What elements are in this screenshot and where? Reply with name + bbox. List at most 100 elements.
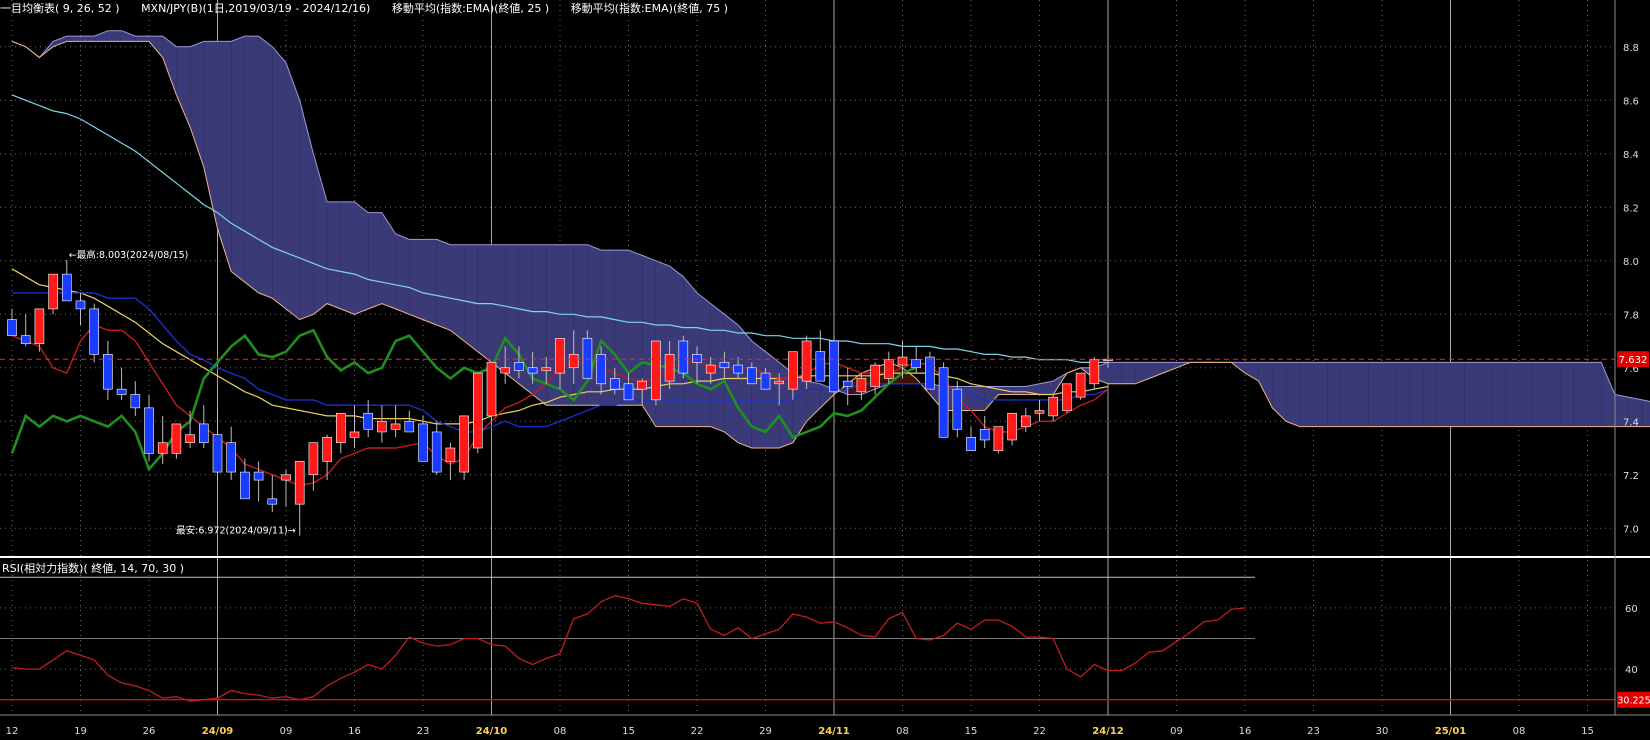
candle-down [938,367,949,438]
cloud-segment [231,36,245,283]
last-price-label: 7.632 [1619,355,1648,366]
candle-down [431,431,442,473]
candle-up [801,340,812,382]
candle-down [61,273,72,302]
cloud-segment [1327,362,1341,427]
candle-down [692,354,702,363]
candle-down [418,423,428,462]
candle-down [527,367,538,374]
candle-up [568,354,579,369]
y-tick-label: 7.4 [1623,417,1639,428]
cloud-segment [1340,362,1355,427]
cloud-segment [107,30,122,42]
x-tick-label: 25/01 [1435,726,1467,737]
candle-up [390,423,401,430]
cloud-segment [272,46,286,309]
candle-down [746,367,757,385]
candle-up [1075,372,1086,398]
cloud-segment [450,244,465,341]
cloud-segment [217,41,232,272]
candle-down [212,434,223,473]
candle-down [911,359,922,369]
x-tick-label: 23 [417,726,430,737]
candle-down [89,308,99,355]
candle-up [651,340,661,401]
candle-up [349,431,360,438]
candle-down [678,340,689,374]
cloud-segment [1477,362,1492,427]
candle-down [842,380,853,387]
x-tick-label: 12 [6,726,19,737]
y-tick-label: 8.2 [1623,203,1639,214]
cloud-segment [1121,362,1136,384]
candle-down [144,407,154,454]
cloud-segment [149,36,163,58]
candle-down [199,423,209,443]
cloud-segment [1587,362,1602,427]
candle-up [1048,396,1058,417]
candle-up [157,442,168,454]
cloud-segment [244,36,259,293]
cloud-segment [1395,362,1410,427]
cloud-segment [1135,362,1150,384]
candle-up [445,447,456,462]
candle-up [294,461,305,505]
candle-up [637,380,648,390]
x-tick-label: 15 [965,726,978,737]
x-tick-label: 22 [691,726,704,737]
cloud-segment [1601,362,1615,427]
x-tick-label: 09 [1170,726,1183,737]
cloud-segment [286,62,300,320]
candle-up [897,356,908,366]
cloud-segment [121,30,136,42]
candle-up [1034,410,1045,414]
cloud-segment [436,239,451,331]
candle-up [1007,412,1017,441]
cloud-segment [1546,362,1561,427]
candle-down [7,319,17,336]
candle-up [774,380,785,385]
candle-down [733,364,743,374]
candle-down [582,338,593,379]
candle-down [514,362,524,371]
cloud-segment [573,244,588,406]
candle-up [856,378,867,393]
cloud-segment [1423,362,1437,427]
cloud-segment [738,324,752,448]
cloud-segment [395,234,410,315]
cloud-segment [1272,362,1287,422]
candle-up [788,351,798,390]
x-tick-label: 29 [759,726,772,737]
cloud-segment [1491,362,1506,427]
x-tick-label: 19 [74,726,87,737]
rsi-panel [0,576,1615,702]
y-tick-label: 8.0 [1623,257,1639,268]
cloud-segment [66,36,81,42]
cloud-segment [203,41,218,229]
cloud-segment [1108,362,1122,384]
cloud-segment [1313,362,1328,427]
candle-up [664,354,675,382]
candlestick-chart[interactable]: 8.88.68.48.28.07.87.67.47.27.012 19 26 24/0… [0,0,1650,740]
cloud-segment [135,36,149,42]
cloud-segment [368,212,382,309]
x-tick-label: 24/11 [818,726,850,737]
candle-up [335,412,346,443]
candle-up [34,308,45,344]
cloud-segment [1532,362,1547,427]
cloud-segment [354,201,369,315]
candle-up [472,372,483,449]
candle-down [952,388,963,430]
cloud-segment [327,201,341,309]
candle-down [623,383,634,401]
x-tick-label: 15 [622,726,635,737]
candle-down [829,340,839,393]
candle-up [883,359,894,379]
cloud-segment [1436,362,1451,427]
cloud-segment [1286,362,1300,427]
cloud-segment [1642,399,1650,427]
candle-down [75,300,86,310]
x-tick-label: 08 [1513,726,1526,737]
cloud-segment [1162,362,1177,374]
candle-up [171,423,182,454]
